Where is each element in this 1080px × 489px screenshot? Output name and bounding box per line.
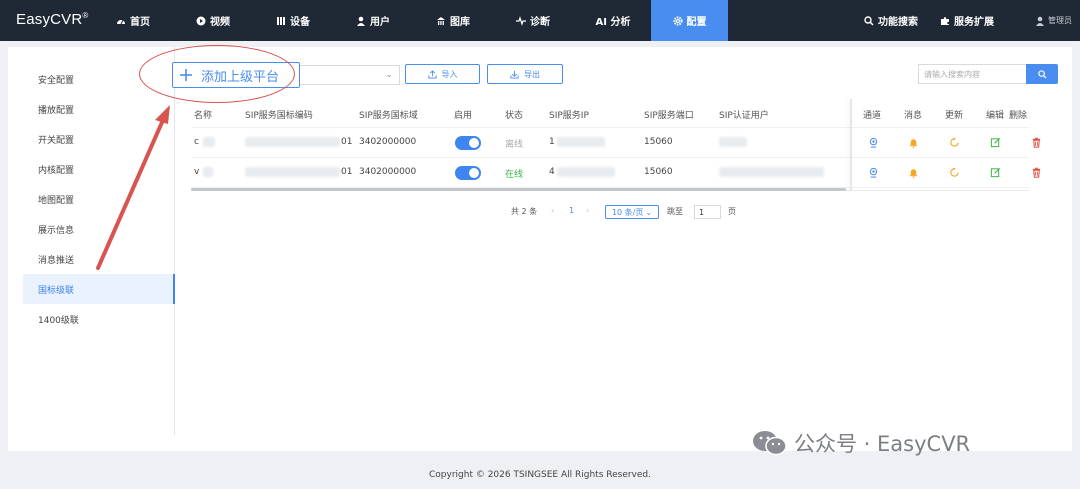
pulse-icon: [516, 15, 526, 26]
nav-video[interactable]: 视频: [184, 0, 242, 41]
page-jump-input[interactable]: 1: [694, 205, 721, 219]
prev-page-icon[interactable]: ‹: [551, 206, 554, 215]
top-navbar: EasyCVR® 首页 视频 设备 用户 图库 诊断 AI 分析 配置 功能搜索…: [0, 0, 1080, 41]
nav-gallery[interactable]: 图库: [424, 0, 482, 41]
feature-search-button[interactable]: 功能搜索: [864, 0, 918, 41]
next-page-icon[interactable]: ›: [586, 206, 589, 215]
enable-toggle[interactable]: [455, 166, 481, 180]
sidebar-item-push[interactable]: 消息推送: [23, 244, 175, 274]
footer-copyright: Copyright © 2026 TSINGSEE All Rights Res…: [429, 469, 651, 480]
cascade-table: 名称 SIP服务国标编码 SIP服务国标域 启用 状态 SIP服务IP SIP服…: [191, 99, 1041, 191]
trash-icon[interactable]: [1031, 137, 1042, 148]
masked-code: [245, 167, 340, 178]
nav-user[interactable]: 用户: [344, 0, 402, 41]
masked-name: [203, 167, 213, 178]
table-header: 名称 SIP服务国标编码 SIP服务国标域 启用 状态 SIP服务IP SIP服…: [191, 99, 1029, 128]
bell-icon[interactable]: [908, 137, 919, 148]
config-sidebar: 安全配置 播放配置 开关配置 内核配置 地图配置 展示信息 消息推送 国标级联 …: [8, 47, 175, 435]
gear-icon: [672, 15, 683, 26]
gallery-icon: [437, 16, 445, 25]
masked-name: [203, 137, 215, 148]
masked-auth-user: [719, 167, 824, 178]
nav-config[interactable]: 配置: [651, 0, 728, 41]
masked-auth-user: [719, 137, 747, 148]
status-online: 在线: [505, 170, 524, 180]
fixed-column-divider: [850, 99, 852, 191]
platform-select[interactable]: ⌄: [300, 65, 400, 85]
add-upper-platform-button[interactable]: 添加上级平台: [172, 62, 300, 88]
watermark: 公众号 · EasyCVR: [752, 428, 970, 458]
chevron-down-icon: ⌄: [645, 207, 653, 217]
nav-home[interactable]: 首页: [104, 0, 162, 41]
masked-ip: [557, 167, 615, 178]
search-button[interactable]: [1026, 64, 1058, 84]
sidebar-item-switch[interactable]: 开关配置: [23, 124, 175, 154]
device-icon: [277, 16, 285, 25]
sidebar-item-gb-cascade[interactable]: 国标级联: [23, 274, 175, 304]
sidebar-item-1400-cascade[interactable]: 1400级联: [23, 304, 175, 334]
refresh-icon[interactable]: [949, 137, 960, 148]
wechat-icon: [753, 431, 787, 456]
bell-icon[interactable]: [908, 167, 919, 178]
play-icon: [196, 16, 206, 25]
horizontal-scrollbar[interactable]: [191, 188, 846, 191]
masked-code: [245, 137, 340, 148]
chevron-down-icon: ⌄: [385, 70, 393, 80]
sidebar-item-kernel[interactable]: 内核配置: [23, 154, 175, 184]
nav-diagnose[interactable]: 诊断: [504, 0, 562, 41]
import-button[interactable]: 导入: [405, 64, 480, 84]
edit-icon[interactable]: [990, 137, 1001, 148]
pager-jump-label: 跳至: [667, 207, 683, 216]
main-panel: 安全配置 播放配置 开关配置 内核配置 地图配置 展示信息 消息推送 国标级联 …: [8, 47, 1072, 451]
plus-icon: [180, 69, 192, 81]
search-icon: [1037, 69, 1047, 79]
trash-icon[interactable]: [1031, 167, 1042, 178]
download-icon: [510, 70, 519, 79]
app-logo[interactable]: EasyCVR®: [16, 11, 89, 28]
channel-icon[interactable]: [868, 167, 879, 178]
sidebar-item-display[interactable]: 展示信息: [23, 214, 175, 244]
sidebar-item-security[interactable]: 安全配置: [23, 64, 175, 94]
table-row[interactable]: v 01 3402000000 在线 4 15060: [191, 158, 1041, 188]
dashboard-icon: [117, 19, 125, 24]
masked-ip: [557, 137, 605, 148]
nav-device[interactable]: 设备: [264, 0, 322, 41]
search-input[interactable]: 请输入搜索内容: [918, 64, 1026, 84]
refresh-icon[interactable]: [949, 167, 960, 178]
sidebar-item-playback[interactable]: 播放配置: [23, 94, 175, 124]
upload-icon: [427, 69, 437, 79]
user-icon: [357, 16, 365, 26]
page-size-select[interactable]: 10 条/页 ⌄: [605, 205, 659, 219]
status-offline: 离线: [505, 140, 524, 150]
pager-total: 共 2 条: [511, 207, 538, 216]
enable-toggle[interactable]: [455, 136, 481, 150]
edit-icon[interactable]: [990, 167, 1001, 178]
nav-ai-analysis[interactable]: AI 分析: [584, 0, 642, 41]
service-extend-button[interactable]: 服务扩展: [940, 0, 994, 41]
pager-current-page[interactable]: 1: [569, 206, 574, 215]
user-menu[interactable]: 管理员: [1035, 0, 1072, 41]
table-row[interactable]: c 01 3402000000 离线 1 15060: [191, 128, 1041, 158]
channel-icon[interactable]: [868, 137, 879, 148]
search-icon: [864, 15, 874, 26]
puzzle-icon: [941, 16, 949, 25]
pager-page-unit: 页: [728, 207, 736, 216]
export-button[interactable]: 导出: [487, 64, 563, 84]
sidebar-item-map[interactable]: 地图配置: [23, 184, 175, 214]
avatar-icon: [1036, 16, 1044, 26]
